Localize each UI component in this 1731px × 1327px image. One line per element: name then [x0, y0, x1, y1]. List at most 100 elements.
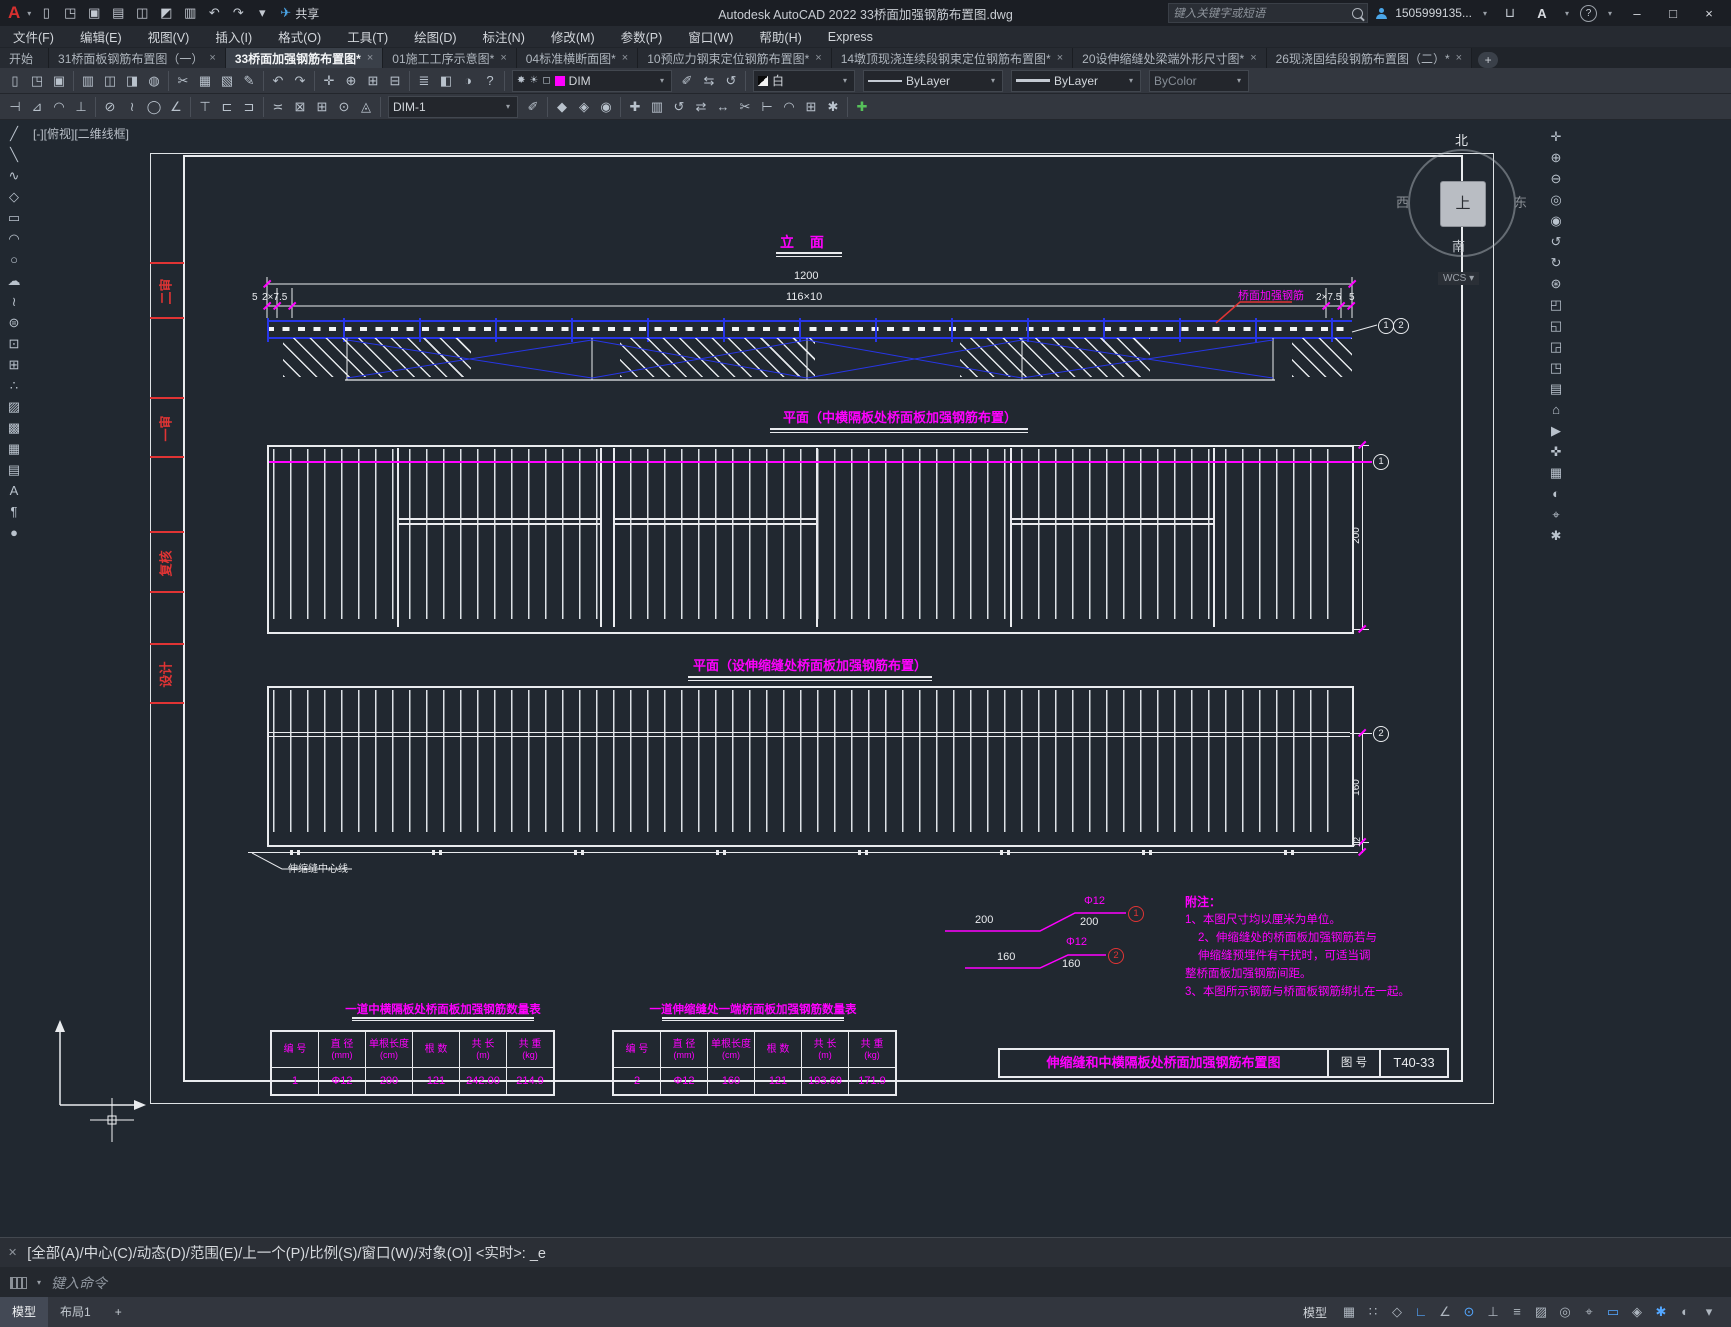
close-button[interactable]: × — [1695, 6, 1723, 21]
file-tab[interactable]: 20设伸缩缝处梁端外形尺寸图* × — [1073, 48, 1267, 68]
zoom-previous-icon[interactable]: ⊟ — [384, 73, 406, 89]
minimize-button[interactable]: – — [1623, 6, 1651, 21]
file-tab[interactable]: 31桥面板钢筋布置图（一） × — [49, 48, 226, 68]
tab-close-icon[interactable]: × — [1250, 52, 1256, 64]
user-avatar-icon[interactable] — [1376, 7, 1388, 19]
layer-lock-icon[interactable]: ◻ — [542, 75, 550, 86]
polar-icon[interactable]: ∠ — [1433, 1304, 1457, 1320]
layer-freeze-icon[interactable]: ☀ — [529, 75, 538, 86]
menu-item[interactable]: 编辑(E) — [67, 27, 135, 46]
add-icon[interactable]: ✚ — [851, 99, 873, 115]
construction-line-icon[interactable]: ╲ — [2, 146, 26, 164]
full-navigation-icon[interactable]: ⊛ — [1544, 275, 1568, 293]
view-back-icon[interactable]: ↺ — [1544, 233, 1568, 251]
cut-icon[interactable]: ✂ — [172, 73, 194, 89]
layer-states-icon[interactable]: ◧ — [435, 73, 457, 89]
lineweight-combo[interactable]: ByLayer ▾ — [1011, 69, 1141, 92]
viewcube-west[interactable]: 西 — [1396, 192, 1409, 211]
layer-combo[interactable]: ✸ ☀ ◻ DIM ▾ — [512, 69, 672, 92]
command-keyboard-icon[interactable] — [10, 1276, 27, 1289]
dim-aligned-icon[interactable]: ⊿ — [26, 99, 48, 115]
line-icon[interactable]: ╱ — [2, 125, 26, 143]
view-forward-icon[interactable]: ↻ — [1544, 254, 1568, 272]
point-icon[interactable]: ∴ — [2, 377, 26, 395]
menu-item[interactable]: 格式(O) — [265, 27, 334, 46]
save-as-icon[interactable]: ▤ — [106, 5, 130, 21]
rectangle-icon[interactable]: ▭ — [2, 209, 26, 227]
selection-cycling-icon[interactable]: ◎ — [1553, 1304, 1577, 1320]
solid-box-icon[interactable]: ◆ — [551, 99, 573, 115]
dim-quick-icon[interactable]: ⊤ — [194, 99, 216, 115]
dim-continue-icon[interactable]: ⊐ — [238, 99, 260, 115]
tab-close-icon[interactable]: × — [367, 52, 373, 64]
viewcube-east[interactable]: 东 — [1514, 192, 1527, 211]
tab-close-icon[interactable]: × — [1057, 52, 1063, 64]
zoom-realtime-icon[interactable]: ⊕ — [340, 73, 362, 89]
region-icon[interactable]: ▦ — [2, 440, 26, 458]
layout1-tab[interactable]: 布局1 — [48, 1297, 103, 1327]
pan-icon[interactable]: ✛ — [1544, 128, 1568, 146]
file-tab[interactable]: 04标准横断面图* × — [516, 48, 639, 68]
move-icon[interactable]: ✚ — [624, 99, 646, 115]
ucs-icon[interactable]: ✜ — [1544, 443, 1568, 461]
qat-menu-icon[interactable]: ▾ — [250, 5, 274, 21]
measure-icon[interactable]: ⌖ — [1544, 506, 1568, 524]
revision-cloud-icon[interactable]: ☁ — [2, 272, 26, 290]
autodesk-apps-icon[interactable]: A — [1530, 6, 1554, 21]
command-window[interactable]: ✕ [全部(A)/中心(C)/动态(D)/范围(E)/上一个(P)/比例(S)/… — [0, 1237, 1731, 1298]
dynamic-input-icon[interactable]: ▭ — [1601, 1304, 1625, 1320]
plot-preview-icon[interactable]: ◫ — [99, 73, 121, 89]
arc-icon[interactable]: ◠ — [2, 230, 26, 248]
file-tab[interactable]: 开始 — [0, 48, 50, 68]
layer-combo-caret-icon[interactable]: ▾ — [657, 76, 667, 85]
rotate-icon[interactable]: ↺ — [668, 99, 690, 115]
zoom-out-icon[interactable]: ⊖ — [1544, 170, 1568, 188]
dim-linear-icon[interactable]: ⊣ — [4, 99, 26, 115]
signed-in-user[interactable]: 1505999135... — [1395, 6, 1472, 20]
osnap-icon[interactable]: ⊙ — [1457, 1304, 1481, 1320]
redo-icon[interactable]: ↷ — [226, 5, 250, 21]
menu-item[interactable]: 文件(F) — [0, 27, 67, 46]
dim-jogged-icon[interactable]: ≀ — [121, 99, 143, 115]
tolerance-icon[interactable]: ⊞ — [311, 99, 333, 115]
menu-item[interactable]: 修改(M) — [538, 27, 608, 46]
named-views-icon[interactable]: ▤ — [1544, 380, 1568, 398]
viewcube-top-face[interactable]: 上 — [1440, 181, 1486, 227]
grid-icon[interactable]: ▦ — [1337, 1304, 1361, 1320]
spline-icon[interactable]: ≀ — [2, 293, 26, 311]
osnap-3d-icon[interactable]: ⌖ — [1577, 1304, 1601, 1320]
add-layout-tab[interactable]: + — [103, 1297, 134, 1327]
web-icon[interactable]: ◍ — [143, 73, 165, 89]
layer-match-icon[interactable]: ⇆ — [698, 73, 720, 89]
ellipse-icon[interactable]: ⊜ — [2, 314, 26, 332]
mirror-icon[interactable]: ⇄ — [690, 99, 712, 115]
viewport-1-icon[interactable]: ◰ — [1544, 296, 1568, 314]
center-mark-icon[interactable]: ⊙ — [333, 99, 355, 115]
file-tab[interactable]: 26现浇固结段钢筋布置图（二）* × — [1266, 48, 1473, 68]
transparency-icon[interactable]: ▨ — [1529, 1304, 1553, 1320]
save-icon[interactable]: ▣ — [48, 73, 70, 89]
dim-arc-icon[interactable]: ◠ — [48, 99, 70, 115]
file-tab[interactable]: 10预应力钢束定位钢筋布置图* × — [638, 48, 832, 68]
command-close-icon[interactable]: ✕ — [8, 1246, 17, 1259]
isolate-icon[interactable]: ◐ — [1673, 1304, 1697, 1320]
user-caret-icon[interactable]: ▾ — [1480, 9, 1490, 18]
model-space-button[interactable]: 模型 — [1293, 1304, 1337, 1321]
point-style-icon[interactable]: ● — [2, 524, 26, 542]
dim-space-icon[interactable]: ≍ — [267, 99, 289, 115]
menu-item[interactable]: 视图(V) — [135, 27, 203, 46]
menu-item[interactable]: 标注(N) — [470, 27, 538, 46]
copy-icon[interactable]: ▦ — [194, 73, 216, 89]
tab-close-icon[interactable]: × — [815, 52, 821, 64]
fillet-icon[interactable]: ◠ — [778, 99, 800, 115]
logo-caret-icon[interactable]: ▾ — [24, 9, 34, 18]
make-block-icon[interactable]: ⊞ — [2, 356, 26, 374]
infer-icon[interactable]: ◇ — [1385, 1304, 1409, 1320]
dim-diameter-icon[interactable]: ◯ — [143, 99, 165, 115]
snap-icon[interactable]: ∷ — [1361, 1304, 1385, 1320]
extend-icon[interactable]: ⊢ — [756, 99, 778, 115]
help-icon[interactable]: ? — [1579, 4, 1597, 22]
wcs-dropdown[interactable]: WCS ▾ — [1438, 272, 1480, 285]
orbit-icon[interactable]: ◎ — [1544, 191, 1568, 209]
open-icon[interactable]: ◳ — [26, 73, 48, 89]
